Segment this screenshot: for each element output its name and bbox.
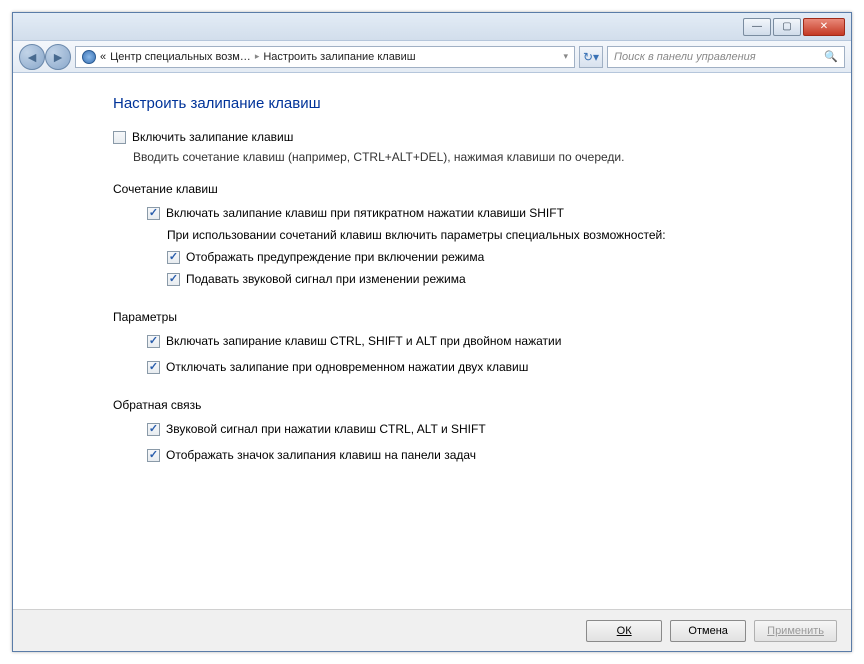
forward-button[interactable]: ►	[45, 44, 71, 70]
disable-on-two-keys-label[interactable]: Отключать залипание при одновременном на…	[166, 360, 528, 374]
button-bar: ОК Отмена Применить	[13, 609, 851, 651]
breadcrumb-item[interactable]: Центр специальных возм…	[110, 51, 251, 63]
show-taskbar-icon-label[interactable]: Отображать значок залипания клавиш на па…	[166, 448, 476, 462]
disable-on-two-keys-checkbox[interactable]	[147, 361, 160, 374]
nav-arrows: ◄ ►	[19, 44, 71, 70]
lock-modifier-label[interactable]: Включать запирание клавиш CTRL, SHIFT и …	[166, 334, 561, 348]
section-header-params: Параметры	[113, 310, 751, 324]
minimize-button[interactable]: —	[743, 18, 771, 36]
enable-sticky-keys-option: Включить залипание клавиш	[113, 130, 751, 144]
show-warning-label[interactable]: Отображать предупреждение при включении …	[186, 250, 484, 264]
shift-5x-label[interactable]: Включать залипание клавиш при пятикратно…	[166, 206, 564, 220]
chevron-right-icon[interactable]: ▸	[255, 51, 260, 62]
lock-modifier-checkbox[interactable]	[147, 335, 160, 348]
content-area: Настроить залипание клавиш Включить зали…	[13, 73, 851, 609]
close-button[interactable]: ✕	[803, 18, 845, 36]
page-title: Настроить залипание клавиш	[113, 95, 751, 112]
option-row: Отображать предупреждение при включении …	[167, 250, 751, 264]
cancel-button[interactable]: Отмена	[670, 620, 746, 642]
shift-5x-checkbox[interactable]	[147, 207, 160, 220]
option-row: Отображать значок залипания клавиш на па…	[147, 448, 751, 462]
search-placeholder: Поиск в панели управления	[614, 51, 756, 63]
navbar: ◄ ► « Центр специальных возм… ▸ Настроит…	[13, 41, 851, 73]
enable-sticky-keys-checkbox[interactable]	[113, 131, 126, 144]
control-panel-icon	[82, 50, 96, 64]
option-row: Включать запирание клавиш CTRL, SHIFT и …	[147, 334, 751, 348]
option-row: Подавать звуковой сигнал при изменении р…	[167, 272, 751, 286]
beep-on-modifier-label[interactable]: Звуковой сигнал при нажатии клавиш CTRL,…	[166, 422, 486, 436]
titlebar: — ▢ ✕	[13, 13, 851, 41]
sticky-keys-description: Вводить сочетание клавиш (например, CTRL…	[133, 150, 751, 164]
crumb-prefix: «	[100, 51, 106, 63]
ok-button[interactable]: ОК	[586, 620, 662, 642]
sound-signal-label[interactable]: Подавать звуковой сигнал при изменении р…	[186, 272, 466, 286]
breadcrumb-item[interactable]: Настроить залипание клавиш	[263, 51, 415, 63]
back-button[interactable]: ◄	[19, 44, 45, 70]
option-row: Включать залипание клавиш при пятикратно…	[147, 206, 751, 220]
apply-button[interactable]: Применить	[754, 620, 837, 642]
window-frame: — ▢ ✕ ◄ ► « Центр специальных возм… ▸ На…	[12, 12, 852, 652]
refresh-button[interactable]: ↻▾	[579, 46, 603, 68]
search-input[interactable]: Поиск в панели управления 🔍	[607, 46, 845, 68]
address-bar[interactable]: « Центр специальных возм… ▸ Настроить за…	[75, 46, 575, 68]
enable-sticky-keys-label[interactable]: Включить залипание клавиш	[132, 130, 293, 144]
option-row: Звуковой сигнал при нажатии клавиш CTRL,…	[147, 422, 751, 436]
beep-on-modifier-checkbox[interactable]	[147, 423, 160, 436]
search-icon: 🔍	[824, 50, 838, 63]
show-taskbar-icon-checkbox[interactable]	[147, 449, 160, 462]
show-warning-checkbox[interactable]	[167, 251, 180, 264]
section-header-shortcut: Сочетание клавиш	[113, 182, 751, 196]
accessibility-subtext: При использовании сочетаний клавиш включ…	[167, 228, 751, 242]
section-header-feedback: Обратная связь	[113, 398, 751, 412]
chevron-down-icon[interactable]: ▾	[563, 51, 568, 62]
maximize-button[interactable]: ▢	[773, 18, 801, 36]
sound-signal-checkbox[interactable]	[167, 273, 180, 286]
option-row: Отключать залипание при одновременном на…	[147, 360, 751, 374]
